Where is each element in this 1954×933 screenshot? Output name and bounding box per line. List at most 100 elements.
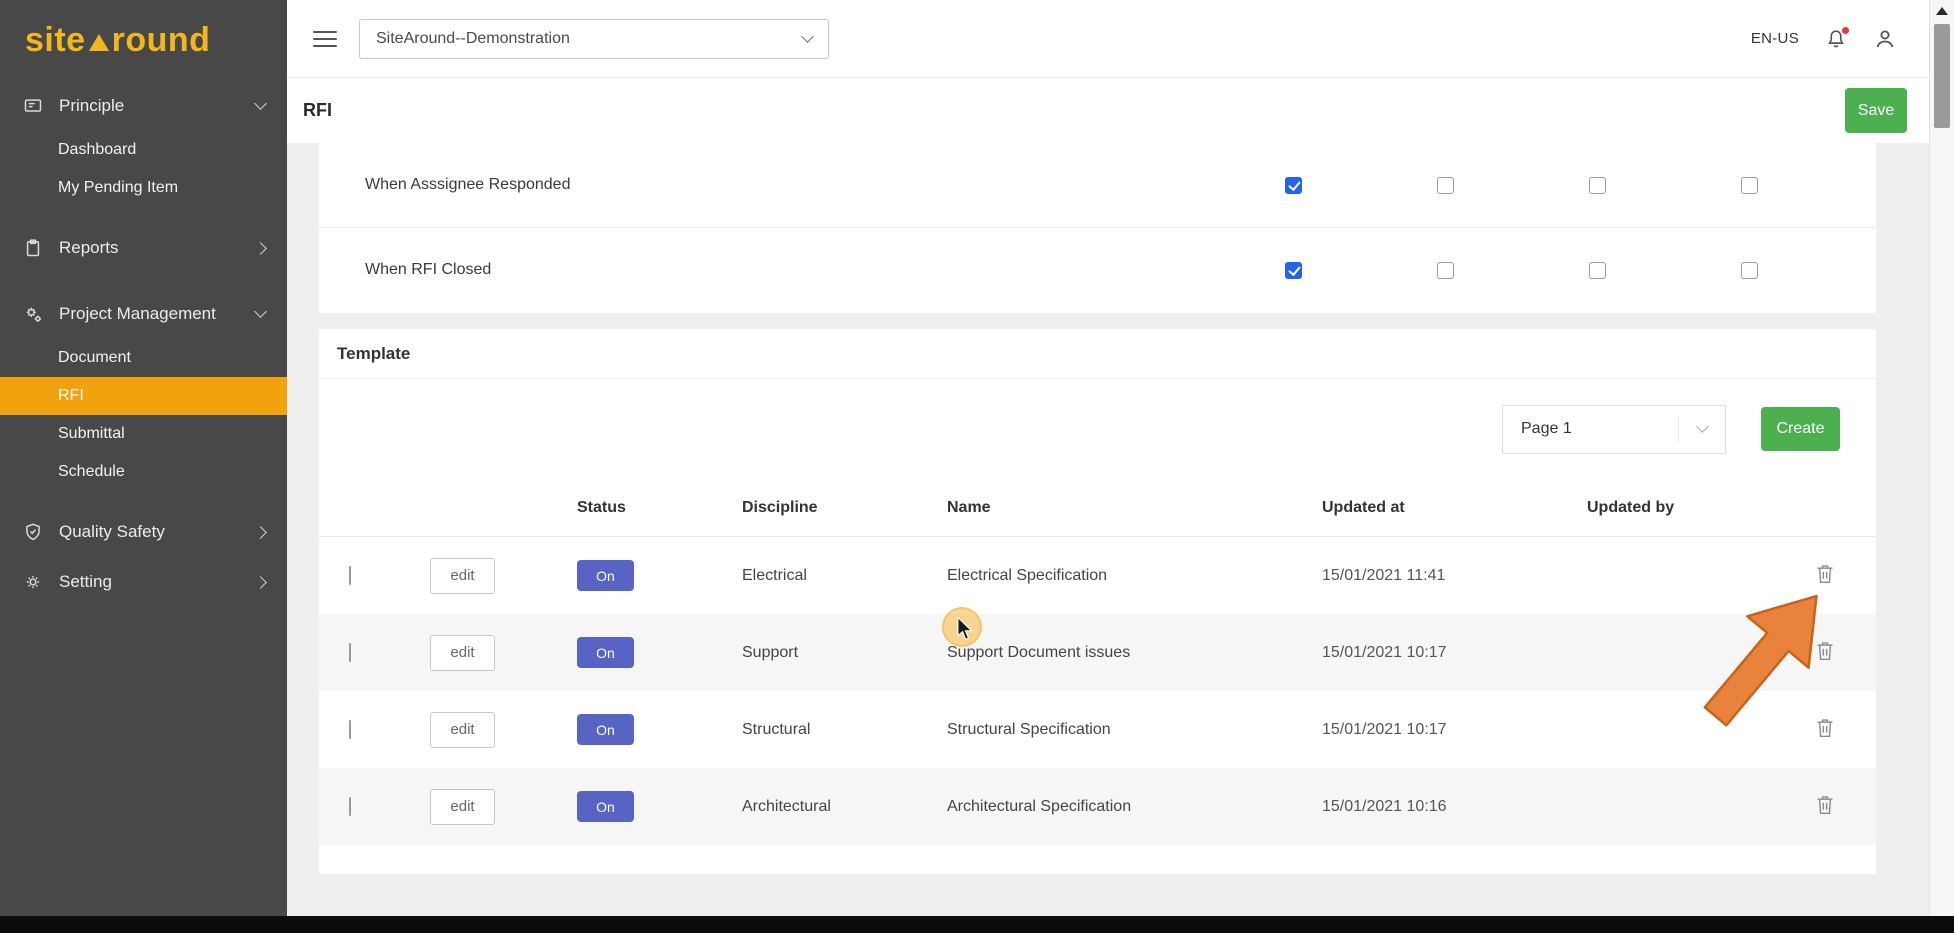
- notify-checkbox[interactable]: [1437, 177, 1454, 194]
- project-selector-value: SiteAround--Demonstration: [376, 30, 570, 48]
- discipline-cell: Electrical: [704, 567, 909, 585]
- sidebar-item-quality-safety[interactable]: Quality Safety: [0, 507, 287, 557]
- scrollbar[interactable]: [1929, 0, 1954, 916]
- chevron-down-icon: [254, 305, 267, 318]
- topbar: SiteAround--Demonstration EN-US: [287, 0, 1929, 78]
- chevron-down-icon: [254, 97, 267, 110]
- status-badge[interactable]: On: [577, 791, 634, 822]
- notify-checkbox[interactable]: [1741, 262, 1758, 279]
- updated-at-cell: 15/01/2021 10:17: [1284, 721, 1549, 739]
- sidebar-item-label: Submittal: [58, 425, 125, 443]
- notification-settings-card: When Asssignee Responded When RFI Closed: [319, 143, 1876, 313]
- notify-checkbox[interactable]: [1437, 262, 1454, 279]
- delete-button[interactable]: [1811, 790, 1839, 823]
- sidebar-item-project-management[interactable]: Project Management: [0, 289, 287, 339]
- main-area: SiteAround--Demonstration EN-US RFI Save: [287, 0, 1929, 916]
- page-selector-value: Page 1: [1503, 420, 1678, 438]
- notify-checkbox[interactable]: [1741, 177, 1758, 194]
- notify-checkbox[interactable]: [1285, 177, 1302, 194]
- notification-row-label: When RFI Closed: [319, 261, 1217, 279]
- sidebar-item-rfi[interactable]: RFI: [0, 377, 287, 415]
- sidebar-item-label: Reports: [59, 238, 119, 258]
- notification-row: When Asssignee Responded: [319, 143, 1876, 227]
- notifications-button[interactable]: [1825, 28, 1847, 50]
- trash-icon: [1815, 717, 1835, 739]
- row-checkbox[interactable]: [349, 720, 351, 739]
- app-window: site round Principle Dashboard My Pendin…: [0, 0, 1954, 933]
- sidebar-item-dashboard[interactable]: Dashboard: [0, 131, 287, 169]
- create-button[interactable]: Create: [1761, 407, 1840, 451]
- template-section-title: Template: [319, 329, 1876, 379]
- sidebar-item-label: RFI: [58, 387, 84, 405]
- sidebar-nav: Principle Dashboard My Pending Item Repo…: [0, 81, 287, 607]
- status-badge[interactable]: On: [577, 714, 634, 745]
- sidebar-item-my-pending-item[interactable]: My Pending Item: [0, 169, 287, 207]
- chevron-down-icon: [801, 30, 814, 43]
- row-checkbox[interactable]: [349, 643, 351, 662]
- project-selector[interactable]: SiteAround--Demonstration: [359, 19, 829, 59]
- sidebar-item-reports[interactable]: Reports: [0, 223, 287, 273]
- status-badge[interactable]: On: [577, 637, 634, 668]
- name-cell: Electrical Specification: [909, 567, 1284, 585]
- scroll-up-icon: [1936, 7, 1948, 15]
- sidebar-item-label: Principle: [59, 96, 124, 116]
- page-title: RFI: [303, 100, 332, 121]
- trash-icon: [1815, 794, 1835, 816]
- user-menu-button[interactable]: [1873, 27, 1897, 51]
- edit-button[interactable]: edit: [430, 712, 495, 748]
- sidebar-item-setting[interactable]: Setting: [0, 557, 287, 607]
- notify-checkbox[interactable]: [1285, 262, 1302, 279]
- chevron-right-icon: [254, 526, 267, 539]
- sidebar-item-label: Dashboard: [58, 141, 136, 159]
- edit-button[interactable]: edit: [430, 558, 495, 594]
- template-toolbar: Page 1 Create: [319, 379, 1876, 479]
- hamburger-icon[interactable]: [313, 31, 337, 47]
- template-card: Template Page 1 Create Status Discipline…: [319, 329, 1876, 874]
- delete-button[interactable]: [1811, 713, 1839, 746]
- notification-row-label: When Asssignee Responded: [319, 176, 1217, 194]
- page-selector[interactable]: Page 1: [1502, 405, 1726, 454]
- delete-button[interactable]: [1811, 636, 1839, 669]
- table-row: edit On Architectural Architectural Spec…: [319, 768, 1876, 845]
- sidebar-item-label: My Pending Item: [58, 179, 178, 197]
- sidebar-item-principle[interactable]: Principle: [0, 81, 287, 131]
- updated-at-cell: 15/01/2021 10:16: [1284, 798, 1549, 816]
- content-area: When Asssignee Responded When RFI Closed…: [287, 143, 1929, 916]
- row-checkbox[interactable]: [349, 566, 351, 585]
- sidebar-item-label: Setting: [59, 572, 112, 592]
- edit-button[interactable]: edit: [430, 789, 495, 825]
- save-button[interactable]: Save: [1845, 88, 1907, 133]
- updated-at-cell: 15/01/2021 11:41: [1284, 567, 1549, 585]
- sidebar-item-label: Document: [58, 349, 131, 367]
- edit-button[interactable]: edit: [430, 635, 495, 671]
- gears-icon: [22, 303, 44, 325]
- chevron-right-icon: [254, 242, 267, 255]
- delete-button[interactable]: [1811, 559, 1839, 592]
- page-header: RFI Save: [287, 78, 1929, 143]
- updated-at-cell: 15/01/2021 10:17: [1284, 644, 1549, 662]
- logo-text-site: site: [25, 21, 86, 60]
- notify-checkbox[interactable]: [1589, 177, 1606, 194]
- scrollbar-thumb[interactable]: [1934, 24, 1950, 128]
- table-row: edit On Support Support Document issues …: [319, 614, 1876, 691]
- discipline-cell: Structural: [704, 721, 909, 739]
- shield-icon: [22, 521, 44, 543]
- chevron-down-icon: [1696, 420, 1709, 433]
- locale-selector[interactable]: EN-US: [1751, 30, 1799, 47]
- sidebar-item-label: Schedule: [58, 463, 125, 481]
- sidebar-item-submittal[interactable]: Submittal: [0, 415, 287, 453]
- app-logo: site round: [0, 0, 287, 81]
- column-header-discipline: Discipline: [704, 499, 909, 517]
- trash-icon: [1815, 640, 1835, 662]
- sidebar-item-document[interactable]: Document: [0, 339, 287, 377]
- sidebar-item-schedule[interactable]: Schedule: [0, 453, 287, 491]
- sidebar-item-label: Quality Safety: [59, 522, 165, 542]
- scroll-up-button[interactable]: [1930, 0, 1954, 22]
- row-checkbox[interactable]: [349, 797, 351, 816]
- notification-badge: [1841, 26, 1850, 35]
- gear-icon: [22, 571, 44, 593]
- notify-checkbox[interactable]: [1589, 262, 1606, 279]
- clipboard-icon: [22, 237, 44, 259]
- topbar-actions: EN-US: [1751, 27, 1897, 51]
- status-badge[interactable]: On: [577, 560, 634, 591]
